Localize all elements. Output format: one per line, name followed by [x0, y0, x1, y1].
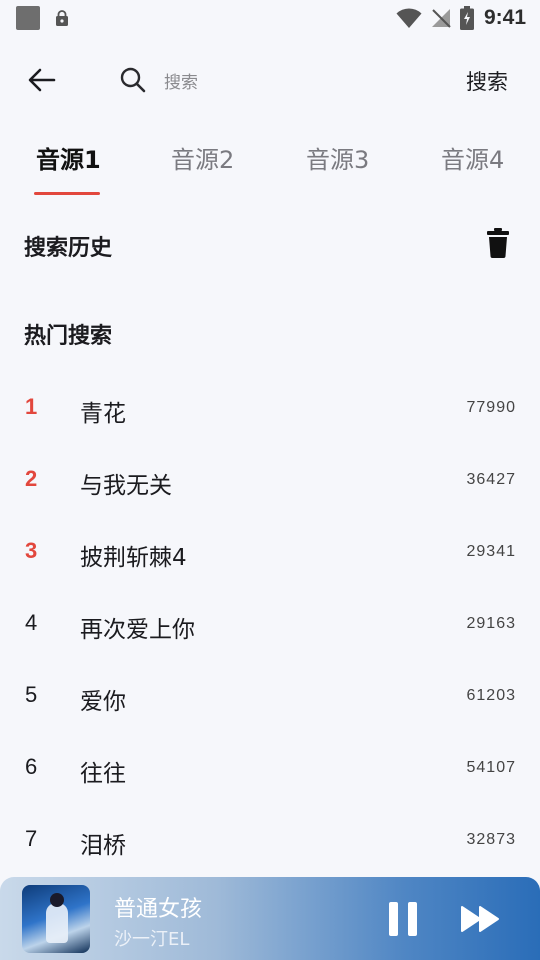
wifi-icon [396, 8, 422, 28]
search-placeholder: 搜索 [164, 72, 198, 93]
rank-number: 3 [25, 538, 38, 563]
list-item[interactable]: 7 泪桥 32873 [0, 804, 540, 876]
pause-icon[interactable] [386, 900, 420, 938]
rank-number: 2 [25, 466, 38, 491]
search-count: 54107 [466, 759, 516, 776]
track-title: 普通女孩 [114, 897, 203, 922]
fast-forward-icon[interactable] [460, 904, 502, 934]
search-count: 32873 [466, 831, 516, 848]
tab-source-1[interactable]: 音源1 [36, 140, 101, 175]
search-count: 77990 [466, 399, 516, 416]
album-figure [46, 903, 68, 943]
song-name: 再次爱上你 [80, 617, 195, 643]
tab-source-2[interactable]: 音源2 [171, 140, 234, 175]
tab-source-3[interactable]: 音源3 [306, 140, 369, 175]
top-bar: 搜索 搜索 [0, 46, 540, 112]
tab-source-4[interactable]: 音源4 [441, 140, 504, 175]
search-input[interactable]: 搜索 [118, 60, 438, 100]
source-tabs: 音源1 音源2 音源3 音源4 [0, 130, 540, 200]
hot-search-title: 热门搜索 [24, 324, 113, 349]
search-history-title: 搜索历史 [24, 236, 113, 261]
rank-number: 7 [25, 826, 38, 851]
song-name: 与我无关 [80, 473, 172, 499]
song-name: 爱你 [80, 689, 126, 715]
status-time: 9:41 [483, 6, 526, 29]
arrow-left-icon [28, 68, 56, 92]
notification-square-icon [16, 6, 40, 30]
list-item[interactable]: 6 往往 54107 [0, 732, 540, 804]
search-count: 29163 [466, 615, 516, 632]
battery-charging-icon [459, 6, 474, 30]
list-item[interactable]: 2 与我无关 36427 [0, 444, 540, 516]
rank-number: 6 [25, 754, 38, 779]
rank-number: 4 [25, 610, 38, 635]
lock-icon [56, 10, 68, 26]
list-item[interactable]: 3 披荆斩棘4 29341 [0, 516, 540, 588]
search-count: 29341 [466, 543, 516, 560]
search-button[interactable]: 搜索 [466, 66, 508, 96]
tab-indicator [34, 192, 100, 195]
song-name: 往往 [80, 761, 126, 787]
no-signal-icon [431, 9, 451, 28]
hot-search-list: 1 青花 77990 2 与我无关 36427 3 披荆斩棘4 29341 4 … [0, 372, 540, 876]
list-item[interactable]: 1 青花 77990 [0, 372, 540, 444]
search-count: 61203 [466, 687, 516, 704]
album-cover[interactable] [22, 885, 90, 953]
song-name: 披荆斩棘4 [80, 545, 187, 571]
search-count: 36427 [466, 471, 516, 488]
album-figure-head [50, 893, 64, 907]
song-name: 泪桥 [80, 833, 126, 859]
mini-player[interactable]: 普通女孩 沙一汀EL [0, 877, 540, 960]
song-name: 青花 [80, 401, 126, 427]
list-item[interactable]: 4 再次爱上你 29163 [0, 588, 540, 660]
back-button[interactable] [22, 60, 62, 100]
list-item[interactable]: 5 爱你 61203 [0, 660, 540, 732]
track-artist: 沙一汀EL [114, 929, 190, 950]
search-icon [118, 65, 148, 95]
status-bar: 9:41 [0, 0, 540, 36]
trash-icon[interactable] [486, 228, 510, 258]
rank-number: 5 [25, 682, 38, 707]
rank-number: 1 [25, 394, 38, 419]
